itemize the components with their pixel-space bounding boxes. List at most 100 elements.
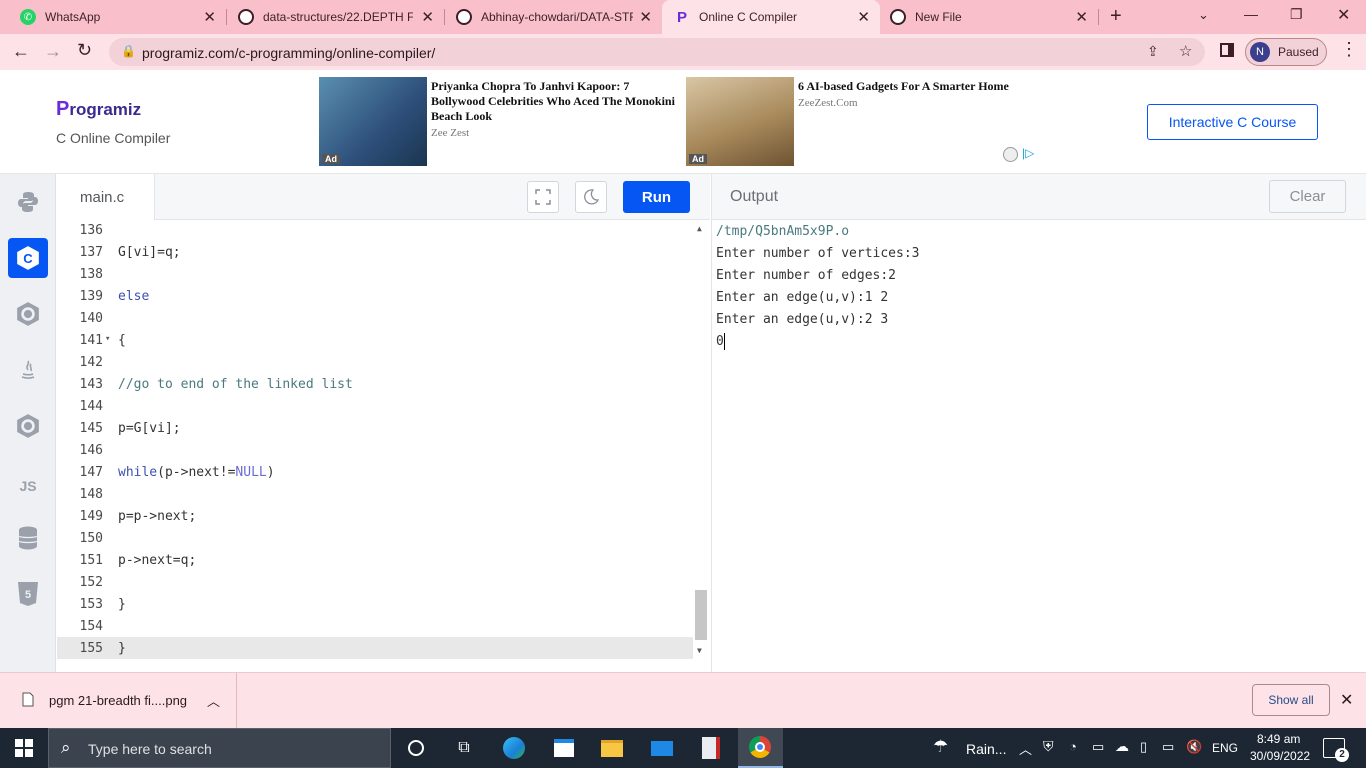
scroll-up-icon[interactable]: ▲	[697, 224, 702, 233]
cpp-language-button[interactable]	[8, 294, 48, 334]
svg-text:5: 5	[25, 589, 31, 601]
sql-language-button[interactable]	[8, 518, 48, 558]
dark-mode-button[interactable]	[575, 181, 607, 213]
interactive-c-course-button[interactable]: Interactive C Course	[1147, 104, 1318, 140]
ad-image[interactable]: Ad	[319, 77, 427, 166]
forward-icon[interactable]: →	[44, 41, 62, 62]
programiz-logo[interactable]: P rogramiz	[56, 98, 141, 121]
security-shield-icon[interactable]: ⛨	[1043, 738, 1054, 755]
csharp-language-button[interactable]	[8, 406, 48, 446]
acrobat-button[interactable]	[697, 734, 725, 762]
tab-whatsapp[interactable]: ✆ WhatsApp ✕	[0, 0, 226, 34]
menu-kebab-icon[interactable]: ⋮	[1340, 39, 1358, 60]
back-icon[interactable]: ←	[12, 41, 30, 62]
output-console[interactable]: /tmp/Q5bnAm5x9P.o Enter number of vertic…	[711, 220, 1366, 672]
close-tab-icon[interactable]: ✕	[639, 8, 652, 26]
url-text: programiz.com/c-programming/online-compi…	[142, 45, 436, 61]
output-header: Output Clear	[711, 174, 1366, 220]
notifications-button[interactable]: 2	[1323, 738, 1349, 762]
c-icon: C	[17, 246, 39, 270]
close-tab-icon[interactable]: ✕	[421, 8, 434, 26]
close-tab-icon[interactable]: ✕	[857, 8, 870, 26]
file-explorer-button[interactable]	[598, 734, 626, 762]
clear-button[interactable]: Clear	[1269, 180, 1346, 213]
windows-taskbar: ⌕ Type here to search ⧉ ☂ Rain... ︿ ⛨ ◔ …	[0, 728, 1366, 768]
code-line: }	[118, 641, 126, 656]
fullscreen-button[interactable]	[527, 181, 559, 213]
start-button[interactable]	[10, 734, 38, 762]
ad-info-icon[interactable]: |▷	[1022, 146, 1034, 160]
weather-rain-icon[interactable]: ☂	[933, 737, 948, 757]
store-button[interactable]	[550, 734, 578, 762]
line-number: 141	[79, 333, 103, 348]
taskbar-search-box[interactable]: ⌕ Type here to search	[48, 728, 391, 768]
mail-button[interactable]	[648, 734, 676, 762]
close-window-icon[interactable]: ✕	[1337, 5, 1350, 25]
file-tab-main-c[interactable]: main.c	[57, 174, 155, 220]
ad-badge: Ad	[689, 154, 707, 164]
tab-online-c-compiler[interactable]: P Online C Compiler ✕	[662, 0, 880, 34]
new-tab-icon[interactable]: +	[1110, 5, 1122, 28]
onedrive-icon[interactable]: ☁	[1115, 738, 1129, 755]
minimize-icon[interactable]: —	[1244, 6, 1258, 22]
profile-button[interactable]: N Paused	[1245, 38, 1327, 66]
network-icon[interactable]: ▭	[1162, 739, 1174, 755]
wifi-icon[interactable]: ◔	[1069, 739, 1077, 754]
chrome-taskbar-button[interactable]	[738, 728, 783, 768]
chevron-up-icon[interactable]: ︿	[207, 691, 220, 710]
address-bar[interactable]: 🔒 programiz.com/c-programming/online-com…	[109, 38, 1205, 66]
edge-button[interactable]	[500, 734, 528, 762]
line-number: 144	[79, 399, 103, 414]
cortana-button[interactable]	[402, 734, 430, 762]
line-number: 149	[79, 509, 103, 524]
download-item[interactable]: pgm 21-breadth fi....png ︿	[0, 673, 237, 728]
bookmark-star-icon[interactable]: ☆	[1179, 42, 1192, 60]
show-hidden-icons[interactable]: ︿	[1019, 739, 1032, 758]
tab-search-icon[interactable]: ⌄	[1198, 7, 1209, 23]
c-language-button[interactable]: C	[8, 238, 48, 278]
clock-time[interactable]: 8:49 am	[1257, 732, 1300, 746]
output-title: Output	[730, 188, 779, 205]
html-language-button[interactable]: 5	[8, 574, 48, 614]
close-tab-icon[interactable]: ✕	[203, 8, 216, 26]
close-tab-icon[interactable]: ✕	[1075, 8, 1088, 26]
show-all-button[interactable]: Show all	[1252, 684, 1330, 716]
python-language-button[interactable]	[8, 182, 48, 222]
display-icon[interactable]: ▭	[1092, 739, 1104, 755]
task-view-button[interactable]: ⧉	[450, 734, 478, 762]
share-icon[interactable]: ⇪	[1147, 43, 1159, 60]
tab-new-file[interactable]: New File ✕	[880, 0, 1098, 34]
ad-choices-icon[interactable]	[1003, 147, 1018, 162]
search-icon: ⌕	[61, 738, 71, 757]
code-line: }	[118, 597, 126, 612]
side-panel-icon[interactable]	[1220, 43, 1234, 57]
battery-icon[interactable]: ▯	[1140, 739, 1147, 755]
reload-icon[interactable]: ↻	[77, 40, 92, 61]
java-language-button[interactable]	[8, 350, 48, 390]
editor-scrollbar-thumb[interactable]	[695, 590, 707, 640]
line-number: 154	[79, 619, 103, 634]
clock-date[interactable]: 30/09/2022	[1250, 749, 1310, 763]
js-language-button[interactable]: JS	[8, 466, 48, 506]
weather-text[interactable]: Rain...	[966, 741, 1006, 757]
close-download-bar-icon[interactable]: ✕	[1340, 690, 1353, 710]
tab-title: Abhinay-chowdari/DATA-STR	[481, 10, 633, 24]
lock-icon[interactable]: 🔒	[121, 44, 136, 58]
ad-title[interactable]: Priyanka Chopra To Janhvi Kapoor: 7 Boll…	[431, 79, 679, 124]
volume-muted-icon[interactable]: 🔇	[1186, 739, 1202, 755]
editor-toolbar: main.c Run	[57, 174, 710, 220]
fullscreen-icon	[535, 189, 551, 205]
fold-toggle-icon[interactable]: ▾	[105, 334, 110, 344]
ad-source: Zee Zest	[431, 127, 470, 139]
ad-title[interactable]: 6 AI-based Gadgets For A Smarter Home	[798, 79, 1038, 94]
tab-abhinay-repo[interactable]: Abhinay-chowdari/DATA-STR ✕	[444, 0, 662, 34]
ad-image[interactable]: Ad	[686, 77, 794, 166]
input-language[interactable]: ENG	[1212, 741, 1238, 755]
code-editor[interactable]: 136 137 G[vi]=q; 138 139 else 140 141 ▾ …	[57, 220, 710, 672]
code-line: p->next=q;	[118, 553, 197, 568]
tab-data-structures[interactable]: data-structures/22.DEPTH FIR ✕	[226, 0, 444, 34]
site-header: P rogramiz C Online Compiler Ad Priyanka…	[0, 70, 1366, 174]
run-button[interactable]: Run	[623, 181, 690, 213]
restore-icon[interactable]: ❐	[1290, 6, 1303, 23]
scroll-down-icon[interactable]: ▼	[697, 646, 702, 655]
